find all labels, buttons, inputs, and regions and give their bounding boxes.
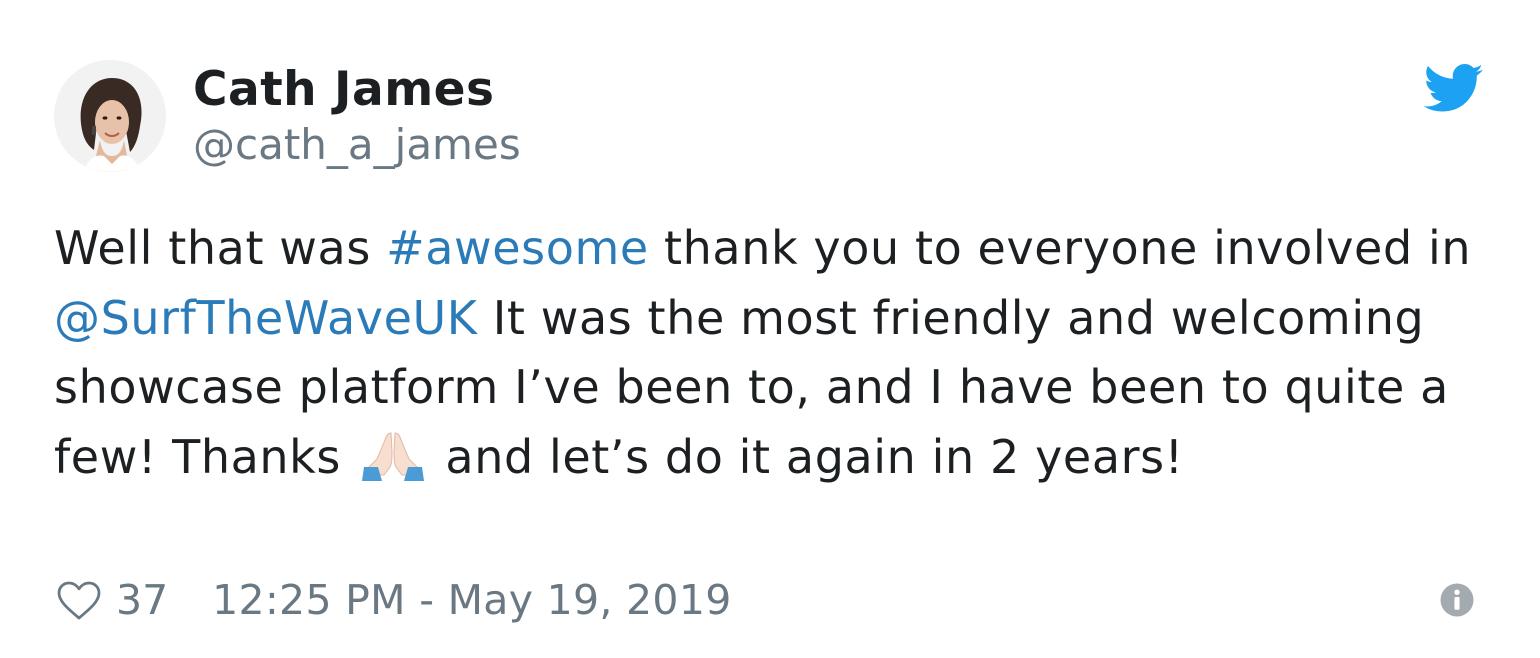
avatar[interactable] (54, 60, 166, 172)
author-handle[interactable]: @cath_a_james (193, 120, 521, 170)
mention-link[interactable]: @SurfTheWaveUK (54, 291, 478, 345)
folded-hands-emoji (362, 431, 425, 481)
author-name[interactable]: Cath James (193, 62, 495, 118)
tweet-text-segment: and let’s do it again in 2 years! (430, 429, 1184, 484)
tweet-footer: 37 12:25 PM - May 19, 2019 (54, 570, 732, 630)
hashtag-link[interactable]: #awesome (386, 221, 649, 275)
info-icon[interactable] (1439, 582, 1475, 618)
heart-icon[interactable] (54, 576, 104, 624)
tweet-text-segment: thank you to everyone involved in (648, 221, 1472, 275)
tweet-card: Cath James @cath_a_james Well that was #… (0, 0, 1540, 658)
timestamp[interactable]: 12:25 PM - May 19, 2019 (212, 576, 731, 624)
tweet-text-segment: Well that was (54, 221, 387, 275)
tweet-text: Well that was #awesome thank you to ever… (54, 214, 1494, 492)
like-count[interactable]: 37 (116, 576, 168, 624)
twitter-bird-icon[interactable] (1424, 64, 1484, 114)
avatar-photo (54, 60, 166, 172)
